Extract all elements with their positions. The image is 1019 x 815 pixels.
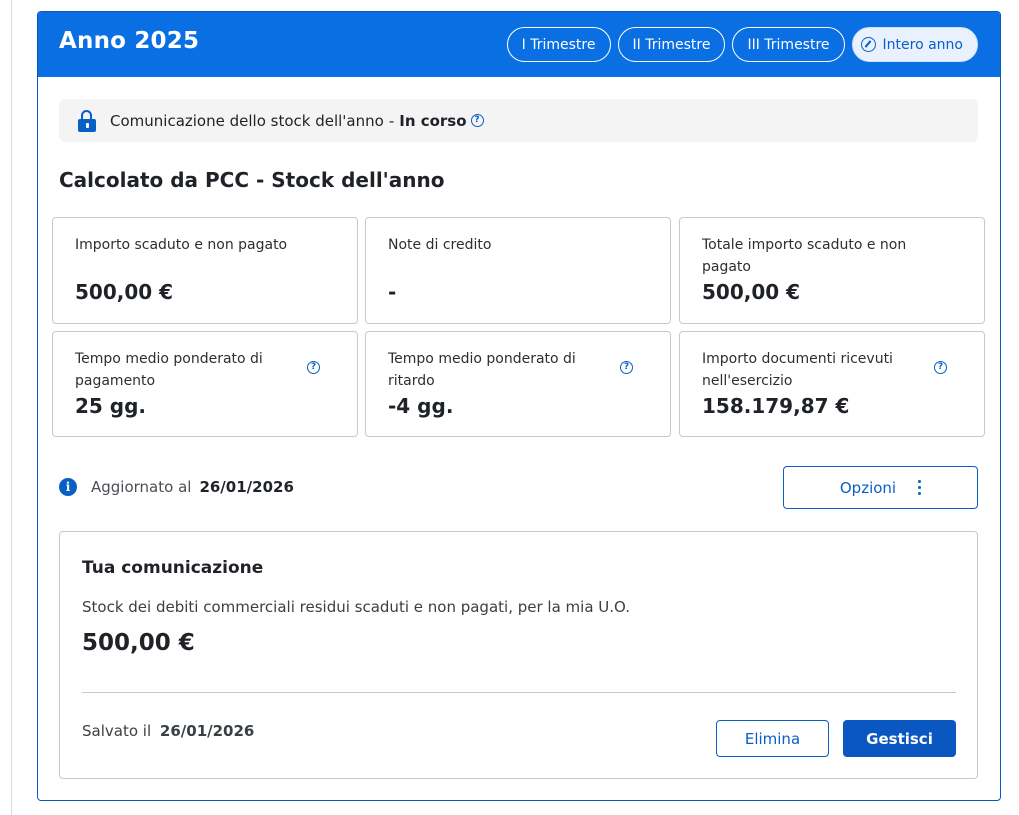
options-label: Opzioni [839,478,897,497]
last-updated: i Aggiornato al 26/01/2026 [59,478,294,496]
communication-value: 500,00 € [82,630,195,656]
metric-importo-documenti: Importo documenti ricevuti nell'esercizi… [679,331,985,437]
help-icon[interactable]: ? [620,361,633,374]
lock-open-icon [78,109,96,132]
divider [82,692,956,693]
help-icon[interactable]: ? [307,361,320,374]
options-button[interactable]: Opzioni [783,466,978,509]
metric-value: 500,00 € [75,280,174,304]
status-state: In corso [399,111,467,130]
year-title: Anno 2025 [59,28,200,54]
tab-iii-trimestre[interactable]: III Trimestre [732,27,845,62]
metric-value: 158.179,87 € [702,394,850,418]
saved-info: Salvato il 26/01/2026 [82,722,254,740]
period-tabs: I Trimestre II Trimestre III Trimestre I… [506,27,978,62]
metric-tempo-pagamento: Tempo medio ponderato di pagamento ? 25 … [52,331,358,437]
communication-title: Tua comunicazione [82,558,264,578]
metric-label: Totale importo scaduto e non pagato [702,237,907,275]
communication-box: Tua comunicazione Stock dei debiti comme… [59,531,978,779]
tab-ii-trimestre[interactable]: II Trimestre [617,27,726,62]
year-header: Anno 2025 I Trimestre II Trimestre III T… [38,12,1000,77]
tab-label: II Trimestre [632,36,711,53]
saved-label: Salvato il [82,722,152,740]
metric-value: 25 gg. [75,394,147,418]
tab-label: I Trimestre [521,36,596,53]
info-icon: i [59,478,77,496]
metric-value: -4 gg. [388,394,454,418]
communication-description: Stock dei debiti commerciali residui sca… [82,598,630,616]
metric-value: 500,00 € [702,280,801,304]
delete-button[interactable]: Elimina [716,720,829,757]
metric-label: Tempo medio ponderato di pagamento [75,351,263,389]
updated-date: 26/01/2026 [199,478,294,496]
metric-value: - [388,280,397,304]
metric-label: Note di credito [388,237,492,253]
tab-label: III Trimestre [747,36,830,53]
metric-note-credito: Note di credito - [365,217,671,324]
tab-label: Intero anno [882,36,963,53]
metric-totale-scaduto: Totale importo scaduto e non pagato 500,… [679,217,985,324]
updated-label: Aggiornato al [91,478,192,496]
metric-label: Importo documenti ricevuti nell'esercizi… [702,351,893,389]
metric-label: Importo scaduto e non pagato [75,237,288,253]
help-icon[interactable]: ? [470,114,484,127]
help-icon[interactable]: ? [934,361,947,374]
metric-importo-scaduto: Importo scaduto e non pagato 500,00 € [52,217,358,324]
section-title: Calcolato da PCC - Stock dell'anno [59,168,445,192]
status-text: Comunicazione dello stock dell'anno [110,111,384,130]
tab-intero-anno[interactable]: Intero anno [851,27,978,62]
saved-date: 26/01/2026 [159,722,255,740]
kebab-menu-icon [918,480,922,495]
metric-tempo-ritardo: Tempo medio ponderato di ritardo ? -4 gg… [365,331,671,437]
tab-i-trimestre[interactable]: I Trimestre [506,27,611,62]
compass-icon [860,37,876,52]
page-left-divider [11,0,12,815]
year-card: Anno 2025 I Trimestre II Trimestre III T… [37,11,1001,801]
status-separator: - [388,111,395,130]
manage-button[interactable]: Gestisci [843,720,956,757]
metric-label: Tempo medio ponderato di ritardo [388,351,576,389]
communication-status-bar: Comunicazione dello stock dell'anno - In… [59,99,978,142]
